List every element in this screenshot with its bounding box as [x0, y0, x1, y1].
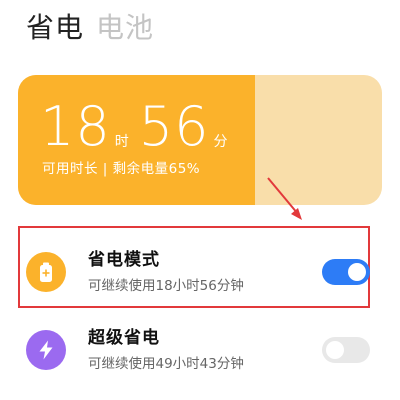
mode-description: 可继续使用49小时43分钟 [88, 356, 244, 372]
lightning-icon [26, 330, 66, 370]
mode-description: 可继续使用18小时56分钟 [88, 278, 244, 294]
annotation-arrow [267, 177, 302, 220]
mode-title: 超级省电 [88, 328, 160, 348]
power-saving-toggle[interactable] [322, 259, 370, 285]
power-saving-screen: 省电 电池 18 时 56 分 可用时长 | 剩余电量65% 省电模式 可继续使… [0, 0, 400, 400]
battery-summary: 可用时长 | 剩余电量65% [42, 161, 201, 177]
tab-battery[interactable]: 电池 [96, 8, 154, 48]
toggle-knob [348, 263, 366, 281]
toggle-knob [326, 341, 344, 359]
minutes-unit: 分 [213, 134, 228, 150]
battery-plus-icon [26, 252, 66, 292]
tab-bar: 省电 电池 [26, 8, 154, 48]
mode-title: 省电模式 [88, 250, 160, 270]
hours-unit: 时 [114, 134, 129, 150]
mode-item-power-saving[interactable]: 省电模式 可继续使用18小时56分钟 [26, 242, 376, 302]
remaining-minutes: 56 [138, 95, 210, 158]
mode-item-super-power-saving[interactable]: 超级省电 可继续使用49小时43分钟 [26, 320, 376, 380]
super-power-saving-toggle[interactable] [322, 337, 370, 363]
remaining-time: 18 时 56 分 [40, 99, 237, 155]
tab-power-saving[interactable]: 省电 [26, 8, 84, 48]
remaining-hours: 18 [40, 95, 111, 158]
